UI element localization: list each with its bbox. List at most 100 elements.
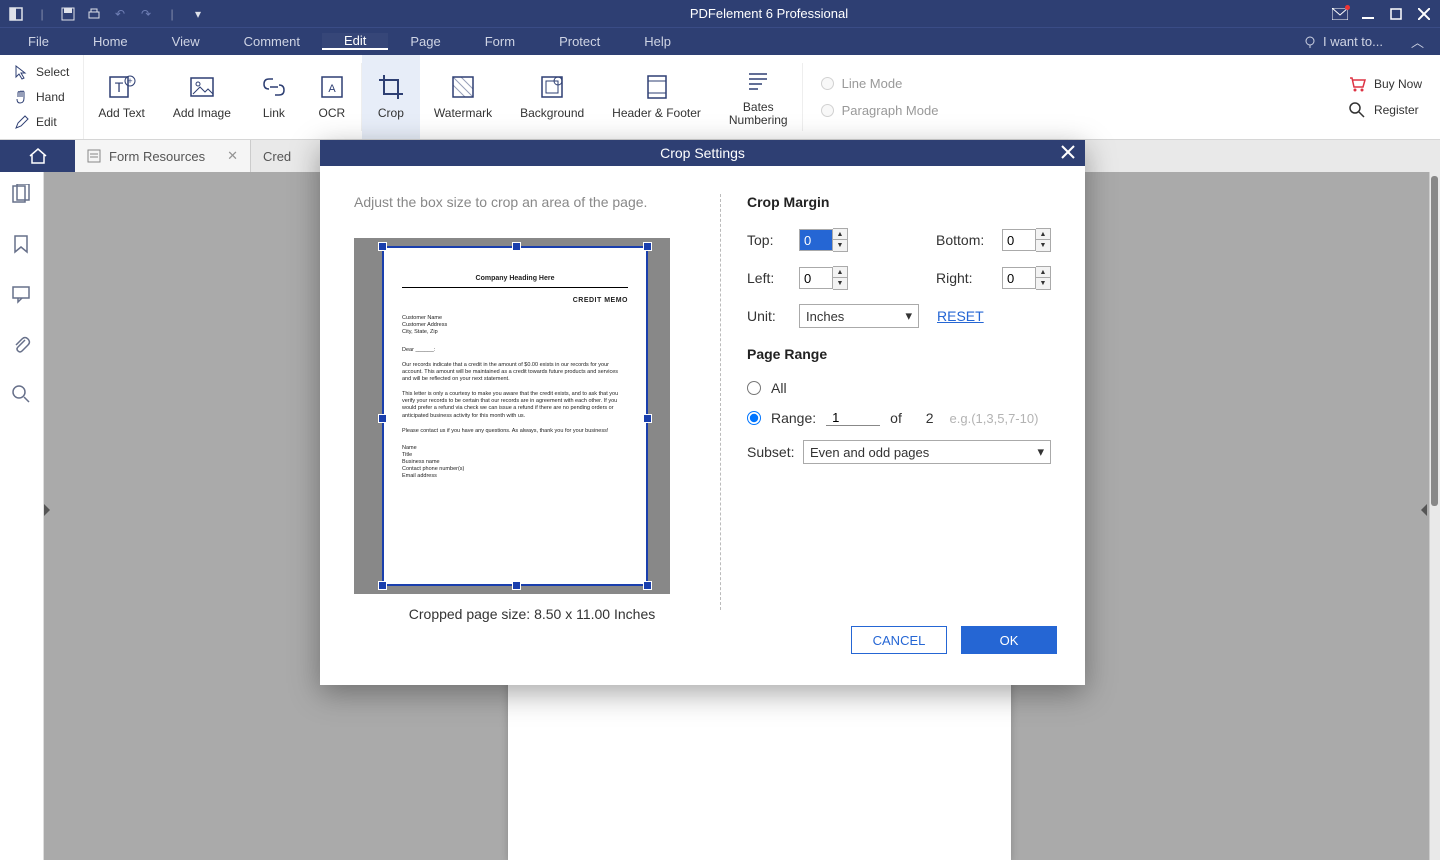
headerfooter-button[interactable]: Header & Footer [598,55,715,139]
background-label: Background [520,107,584,120]
crop-handle-nw[interactable] [378,242,387,251]
tab-form-resources[interactable]: Form Resources ✕ [75,140,251,172]
menu-form[interactable]: Form [463,34,537,49]
linemode-input[interactable] [821,77,834,90]
top-down[interactable]: ▼ [833,240,847,251]
crop-icon [377,73,405,101]
close-icon[interactable] [1416,6,1432,22]
crop-handle-se[interactable] [643,581,652,590]
ocr-button[interactable]: AOCR [303,55,361,139]
redo-icon[interactable]: ↷ [138,6,154,22]
menu-home[interactable]: Home [71,34,150,49]
menu-view[interactable]: View [150,34,222,49]
of-label: of [890,410,902,426]
right-down[interactable]: ▼ [1036,278,1050,289]
tab-close-icon[interactable]: ✕ [227,148,238,164]
expand-left-icon[interactable] [44,504,54,516]
comments-icon[interactable] [11,284,33,306]
register-label: Register [1374,103,1419,117]
menu-page[interactable]: Page [388,34,462,49]
right-input[interactable] [1002,267,1036,289]
top-input[interactable] [799,229,833,251]
save-icon[interactable] [60,6,76,22]
collapse-ribbon-icon[interactable]: ︿ [1401,32,1434,51]
home-icon [28,147,48,165]
crop-handle-n[interactable] [512,242,521,251]
crop-button[interactable]: Crop [362,55,420,139]
mail-icon[interactable] [1332,6,1348,22]
cart-icon [1348,75,1366,93]
reset-link[interactable]: RESET [937,308,984,324]
searchpanel-icon[interactable] [11,384,33,406]
menu-protect[interactable]: Protect [537,34,622,49]
crop-handle-s[interactable] [512,581,521,590]
crop-label: Crop [378,107,404,120]
chevron-down-icon: ▾ [1037,444,1044,460]
left-up[interactable]: ▲ [833,267,847,278]
subset-value: Even and odd pages [810,445,929,460]
link-button[interactable]: Link [245,55,303,139]
select-tool[interactable]: Select [10,59,73,84]
form-icon [87,149,101,163]
menu-edit[interactable]: Edit [322,33,388,50]
all-radio[interactable] [747,381,761,395]
ok-button[interactable]: OK [961,626,1057,654]
bottom-down[interactable]: ▼ [1036,240,1050,251]
edit-tool[interactable]: Edit [10,110,73,135]
expand-right-icon[interactable] [1417,504,1427,516]
qat-dropdown-icon[interactable]: ▾ [190,6,206,22]
paramode-radio[interactable]: Paragraph Mode [821,103,939,118]
tab1-label: Form Resources [109,149,205,164]
menu-comment[interactable]: Comment [222,34,322,49]
linemode-radio[interactable]: Line Mode [821,76,939,91]
crop-preview[interactable]: Company Heading Here CREDIT MEMO Custome… [354,238,670,594]
print-icon[interactable] [86,6,102,22]
menu-help[interactable]: Help [622,34,693,49]
top-up[interactable]: ▲ [833,229,847,240]
unit-label: Unit: [747,308,799,324]
maximize-icon[interactable] [1388,6,1404,22]
subset-select[interactable]: Even and odd pages ▾ [803,440,1051,464]
addtext-button[interactable]: T+Add Text [84,55,158,139]
unit-select[interactable]: Inches▾ [799,304,919,328]
cancel-button[interactable]: CANCEL [851,626,947,654]
thumbnails-icon[interactable] [11,184,33,206]
crop-handle-ne[interactable] [643,242,652,251]
addimage-button[interactable]: Add Image [159,55,245,139]
range-radio[interactable] [747,411,761,425]
register-button[interactable]: Register [1348,101,1422,119]
crop-handle-sw[interactable] [378,581,387,590]
bates-button[interactable]: Bates Numbering [715,55,802,139]
app-title: PDFelement 6 Professional [206,6,1332,21]
right-up[interactable]: ▲ [1036,267,1050,278]
background-button[interactable]: Background [506,55,598,139]
addtext-label: Add Text [98,107,144,120]
top-label: Top: [747,232,799,248]
undo-icon[interactable]: ↶ [112,6,128,22]
preview-memo: CREDIT MEMO [402,296,628,305]
tab2-label: Cred [263,149,291,164]
scrollbar-track[interactable] [1429,172,1440,860]
watermark-button[interactable]: Watermark [420,55,506,139]
titlebar: | ↶ ↷ | ▾ PDFelement 6 Professional [0,0,1440,27]
bottom-up[interactable]: ▲ [1036,229,1050,240]
bottom-input[interactable] [1002,229,1036,251]
home-tab[interactable] [0,140,75,172]
addimage-label: Add Image [173,107,231,120]
buynow-button[interactable]: Buy Now [1348,75,1422,93]
range-input[interactable] [826,410,880,426]
tab-cred[interactable]: Cred [251,140,303,172]
scrollbar-thumb[interactable] [1431,176,1438,506]
iwantto-button[interactable]: I want to... [1285,34,1401,49]
crop-handle-e[interactable] [643,414,652,423]
attachment-icon[interactable] [11,334,33,356]
hand-tool[interactable]: Hand [10,84,73,109]
menu-file[interactable]: File [6,34,71,49]
paramode-input[interactable] [821,104,834,117]
bookmark-icon[interactable] [11,234,33,256]
dialog-close-icon[interactable] [1059,143,1079,163]
left-down[interactable]: ▼ [833,278,847,289]
minimize-icon[interactable] [1360,6,1376,22]
crop-handle-w[interactable] [378,414,387,423]
left-input[interactable] [799,267,833,289]
